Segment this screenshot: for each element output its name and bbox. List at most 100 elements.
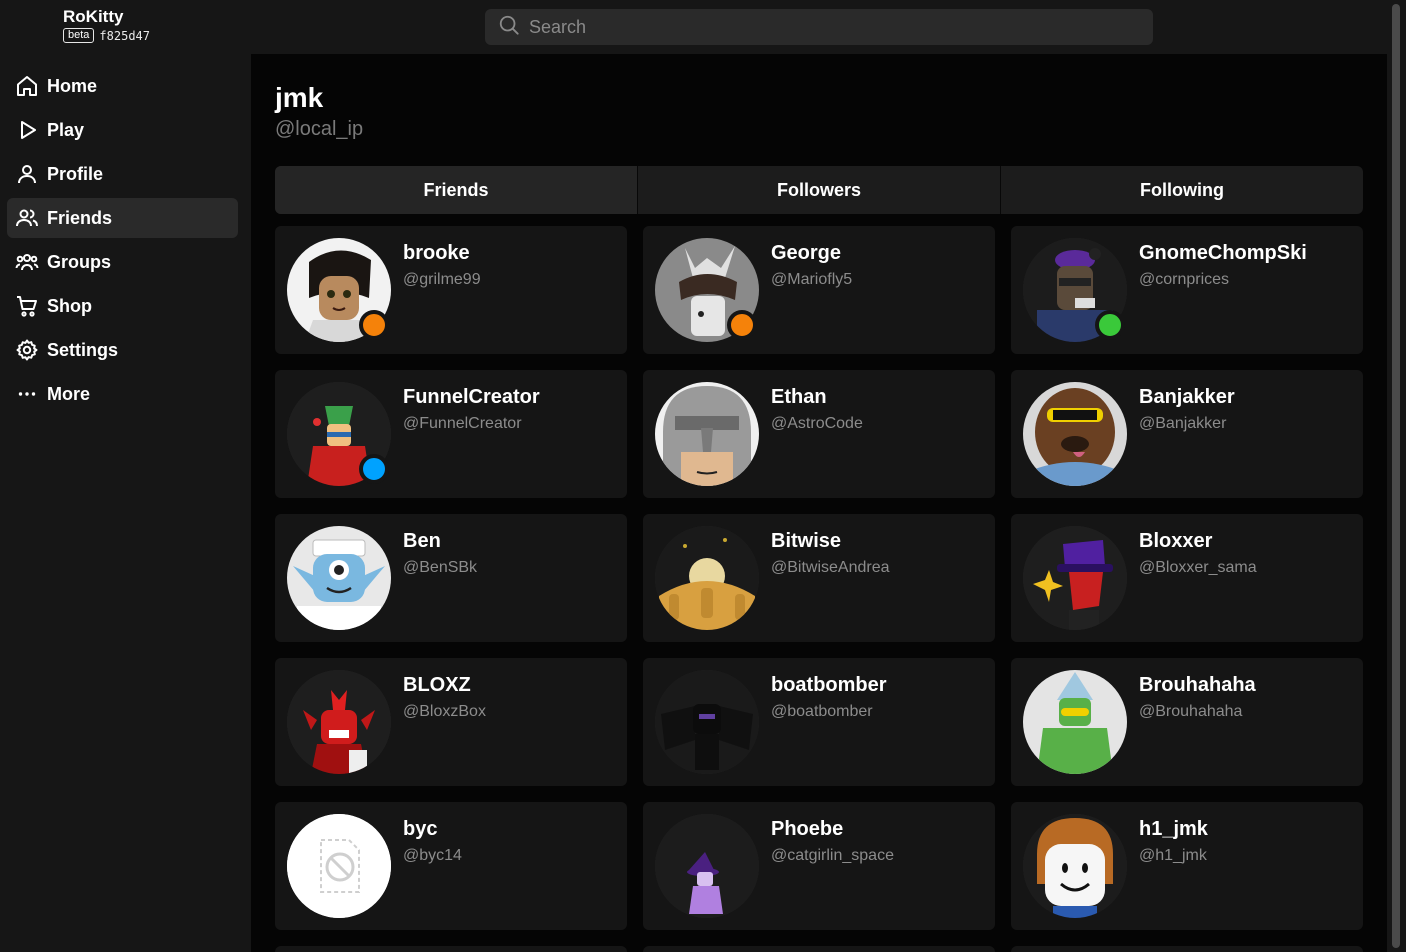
sidebar-item-label: Shop xyxy=(47,295,92,316)
group-icon xyxy=(15,250,39,274)
sidebar-item-label: Settings xyxy=(47,339,119,360)
home-icon xyxy=(15,74,39,98)
friend-name: BLOXZ xyxy=(403,674,471,696)
friend-username: @AstroCode xyxy=(771,415,863,432)
friend-name: FunnelCreator xyxy=(403,386,540,408)
top-bar xyxy=(251,0,1387,54)
scrollbar-thumb[interactable] xyxy=(1392,4,1400,948)
ellipsis-icon xyxy=(15,382,39,406)
friend-card[interactable]: Bitwise @BitwiseAndrea xyxy=(643,514,995,642)
sidebar-nav: Home Play Profile Friends Groups Shop Se… xyxy=(7,66,238,418)
sidebar: RoKitty beta f825d47 Home Play Profile F… xyxy=(0,0,251,952)
tab-friends[interactable]: Friends xyxy=(275,166,638,214)
sidebar-item-settings[interactable]: Settings xyxy=(7,330,238,370)
profile-username: @local_ip xyxy=(275,118,364,140)
friend-avatar xyxy=(1023,526,1127,630)
friend-username: @grilme99 xyxy=(403,271,481,288)
friend-card[interactable]: brooke @grilme99 xyxy=(275,226,627,354)
friend-username: @boatbomber xyxy=(771,703,873,720)
tab-followers[interactable]: Followers xyxy=(638,166,1001,214)
sidebar-item-label: Friends xyxy=(47,207,113,228)
friend-name: George xyxy=(771,242,842,264)
sidebar-item-label: Groups xyxy=(47,251,112,272)
friend-card[interactable]: h1_jmk @h1_jmk xyxy=(1011,802,1363,930)
friend-name: Bloxxer xyxy=(1139,530,1213,552)
friend-card-partial[interactable] xyxy=(275,946,627,952)
status-indicator xyxy=(727,310,757,340)
sidebar-item-label: Play xyxy=(47,119,85,140)
friend-name: Banjakker xyxy=(1139,386,1235,408)
friend-username: @Banjakker xyxy=(1139,415,1227,432)
friend-username: @BloxzBox xyxy=(403,703,486,720)
friend-username: @FunnelCreator xyxy=(403,415,522,432)
friend-name: boatbomber xyxy=(771,674,887,696)
friend-card[interactable]: Phoebe @catgirlin_space xyxy=(643,802,995,930)
friend-card[interactable]: Ben @BenSBk xyxy=(275,514,627,642)
friend-avatar xyxy=(1023,814,1127,918)
friend-name: Ben xyxy=(403,530,441,552)
friend-avatar xyxy=(287,814,391,918)
sidebar-item-shop[interactable]: Shop xyxy=(7,286,238,326)
friend-username: @cornprices xyxy=(1139,271,1230,288)
app-name: RoKitty xyxy=(63,7,124,26)
user-icon xyxy=(15,162,39,186)
friend-avatar xyxy=(287,670,391,774)
friend-name: Ethan xyxy=(771,386,827,408)
friend-name: byc xyxy=(403,818,438,840)
sidebar-item-label: More xyxy=(47,383,91,404)
friend-card[interactable]: FunnelCreator @FunnelCreator xyxy=(275,370,627,498)
sidebar-item-label: Profile xyxy=(47,163,104,184)
sidebar-item-more[interactable]: More xyxy=(7,374,238,414)
friend-card[interactable]: GnomeChompSki @cornprices xyxy=(1011,226,1363,354)
search-input[interactable] xyxy=(529,16,1129,38)
friend-card[interactable]: Ethan @AstroCode xyxy=(643,370,995,498)
friend-avatar xyxy=(287,526,391,630)
friend-avatar xyxy=(655,382,759,486)
friend-name: Brouhahaha xyxy=(1139,674,1256,696)
beta-badge: beta xyxy=(63,28,95,43)
friend-username: @byc14 xyxy=(403,847,462,864)
search-icon xyxy=(498,14,520,41)
next-row-peek xyxy=(275,946,1363,952)
friend-card[interactable]: byc @byc14 xyxy=(275,802,627,930)
main-content: jmk @local_ip Friends Followers Followin… xyxy=(251,54,1387,952)
app-brand[interactable]: RoKitty beta f825d47 xyxy=(63,7,150,43)
sidebar-item-label: Home xyxy=(47,75,98,96)
friend-username: @BitwiseAndrea xyxy=(771,559,890,576)
friend-name: Phoebe xyxy=(771,818,844,840)
friend-card[interactable]: Banjakker @Banjakker xyxy=(1011,370,1363,498)
sidebar-item-friends[interactable]: Friends xyxy=(7,198,238,238)
sidebar-item-profile[interactable]: Profile xyxy=(7,154,238,194)
friend-card[interactable]: Brouhahaha @Brouhahaha xyxy=(1011,658,1363,786)
sidebar-item-groups[interactable]: Groups xyxy=(7,242,238,282)
cart-icon xyxy=(15,294,39,318)
friend-name: Bitwise xyxy=(771,530,842,552)
users-icon xyxy=(15,206,39,230)
sidebar-item-home[interactable]: Home xyxy=(7,66,238,106)
friends-grid: brooke @grilme99 George @Mariofly5 Gnome… xyxy=(275,226,1363,930)
friend-card[interactable]: George @Mariofly5 xyxy=(643,226,995,354)
friend-username: @BenSBk xyxy=(403,559,478,576)
friend-name: brooke xyxy=(403,242,470,264)
commit-hash: f825d47 xyxy=(99,28,150,43)
tab-bar: Friends Followers Following xyxy=(275,166,1363,214)
gear-icon xyxy=(15,338,39,362)
status-indicator xyxy=(1095,310,1125,340)
sidebar-item-play[interactable]: Play xyxy=(7,110,238,150)
search-bar[interactable] xyxy=(485,9,1153,45)
friend-card-partial[interactable] xyxy=(1011,946,1363,952)
friend-card-partial[interactable] xyxy=(643,946,995,952)
friend-card[interactable]: BLOXZ @BloxzBox xyxy=(275,658,627,786)
friend-username: @catgirlin_space xyxy=(771,847,894,864)
scrollbar[interactable] xyxy=(1387,0,1406,952)
friend-username: @h1_jmk xyxy=(1139,847,1207,864)
friend-username: @Bloxxer_sama xyxy=(1139,559,1257,576)
tab-following[interactable]: Following xyxy=(1001,166,1363,214)
friend-card[interactable]: Bloxxer @Bloxxer_sama xyxy=(1011,514,1363,642)
profile-display-name: jmk xyxy=(275,82,324,113)
play-icon xyxy=(15,118,39,142)
friend-avatar xyxy=(655,814,759,918)
friend-card[interactable]: boatbomber @boatbomber xyxy=(643,658,995,786)
friend-avatar xyxy=(655,670,759,774)
status-indicator xyxy=(359,310,389,340)
